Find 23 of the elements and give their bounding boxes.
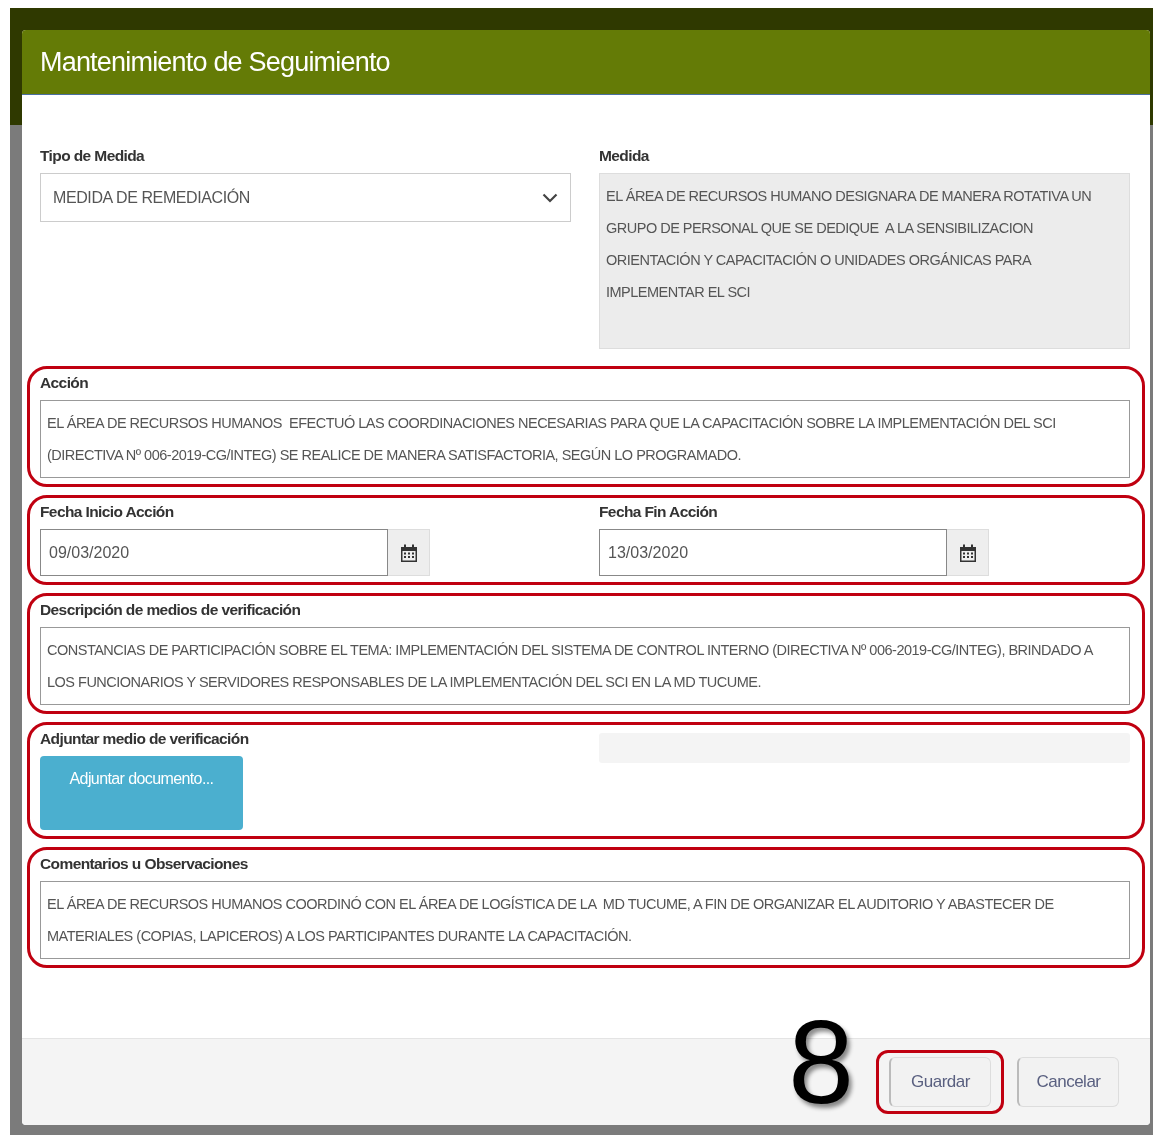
cancel-button[interactable]: Cancelar: [1017, 1057, 1119, 1107]
calendar-icon: [959, 543, 976, 562]
chevron-down-icon: [542, 192, 558, 203]
save-button[interactable]: Guardar: [889, 1057, 991, 1107]
field-label: Fecha Fin Acción: [599, 503, 719, 522]
date-field[interactable]: 13/03/2020: [599, 529, 947, 576]
field-label: Adjuntar medio de verificación: [40, 730, 250, 749]
calendar-button[interactable]: [947, 529, 989, 576]
field-label: Comentarios u Observaciones: [40, 855, 249, 874]
step-number: 8: [788, 1003, 854, 1121]
field-label: Descripción de medios de verificación: [40, 601, 302, 620]
field-label: Tipo de Medida: [40, 147, 146, 166]
field-label: Acción: [40, 374, 90, 393]
text-area[interactable]: EL ÁREA DE RECURSOS HUMANOS EFECTUÓ LAS COORDINACIONES NECESARIAS PARA QUE LA CAPACITACIÓN SOBRE LA IMPLEMENTACIÓN DEL SCI (DIRECTIVA Nº 006-2019-CG/INTEG) SE REALICE DE MANERA SATISFACTORIA, SEGÚN LO PROGRAMADO.: [40, 400, 1130, 478]
text-area[interactable]: EL ÁREA DE RECURSOS HUMANOS COORDINÓ CON EL ÁREA DE LOGÍSTICA DE LA MD TUCUME, A FIN DE ORGANIZAR EL AUDITORIO Y ABASTECER DE MATERIALES (COPIAS, LAPICEROS) A LOS PARTICIPANTES DURANTE LA CAPACITACIÓN.: [40, 881, 1130, 959]
calendar-button[interactable]: [388, 529, 430, 576]
text-area[interactable]: CONSTANCIAS DE PARTICIPACIÓN SOBRE EL TEMA: IMPLEMENTACIÓN DEL SISTEMA DE CONTROL INTERNO (DIRECTIVA Nº 006-2019-CG/INTEG), BRINDADO A LOS FUNCIONARIOS Y SERVIDORES RESPONSABLES DE LA IMPLEMENTACIÓN DEL SCI EN LA MD TUCUME.: [40, 627, 1130, 705]
field-label: Medida: [599, 147, 651, 166]
dialog-title: Mantenimiento de Seguimiento: [40, 46, 390, 78]
field-label: Fecha Inicio Acción: [40, 503, 175, 522]
calendar-icon: [400, 543, 417, 562]
date-field[interactable]: 09/03/2020: [40, 529, 388, 576]
select-field[interactable]: MEDIDA DE REMEDIACIÓN: [40, 173, 571, 222]
